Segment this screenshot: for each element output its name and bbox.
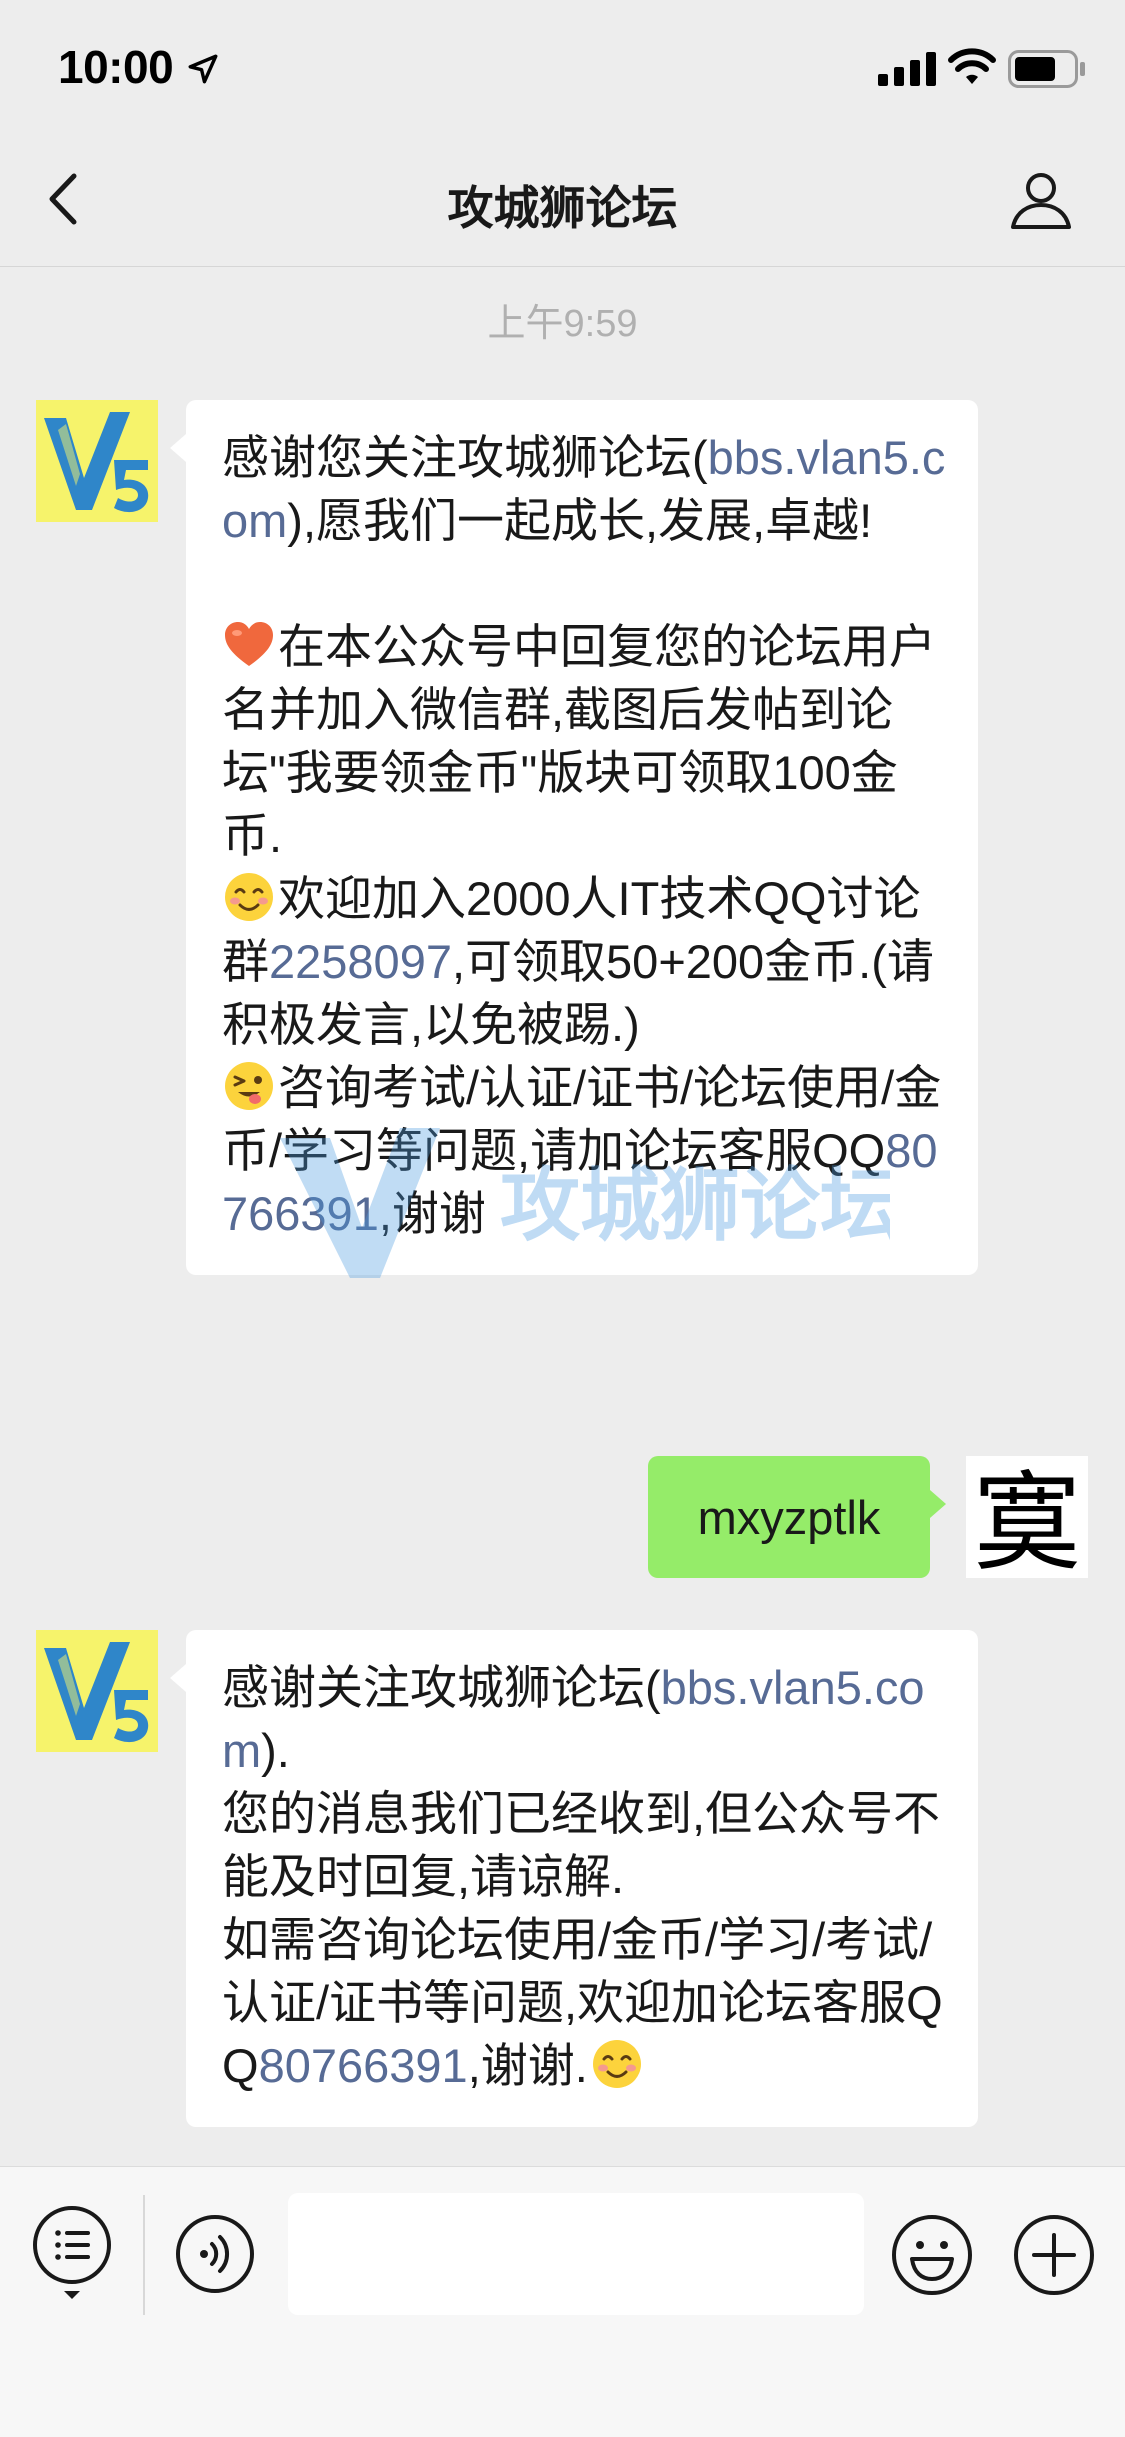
voice-icon[interactable] [174, 2213, 256, 2295]
chat-timestamp: 上午9:59 [487, 303, 638, 345]
message-text: 感谢您关注攻城狮论坛(bbs.vlan5.com),愿我们一起成长,发展,卓越!… [222, 426, 948, 1245]
message-bubble-outgoing[interactable]: mxyzptlk [648, 1456, 946, 1578]
smile-emoji [225, 873, 273, 921]
divider [143, 2195, 145, 2315]
emoji-icon[interactable] [890, 2213, 974, 2297]
message-segment: ). [261, 1724, 290, 1777]
message-segment: ,谢谢 [378, 1187, 486, 1240]
input-bar [0, 2166, 1125, 2437]
wifi-icon [948, 48, 996, 84]
message-segment: 咨询考试/认证/证书/论坛使用/金币/学习等问题,请加论坛客服QQ [222, 1061, 942, 1177]
message-segment: ),愿我们一起成长,发展,卓越! [287, 494, 873, 547]
smile-emoji [592, 2040, 641, 2088]
message-segment: 您的消息我们已经收到,但公众号不能及时回复,请谅解. [222, 1787, 941, 1903]
status-time: 10:00 [58, 41, 174, 93]
message-text: mxyzptlk [697, 1491, 881, 1544]
menu-list-icon[interactable] [30, 2203, 114, 2303]
message-segment: 感谢关注攻城狮论坛( [222, 1661, 661, 1714]
v5-logo-icon [44, 412, 149, 513]
location-arrow-icon [188, 54, 218, 84]
message-segment: 在本公众号中回复您的论坛用户名并加入微信群,截图后发帖到论坛"我要领金币"版块可… [222, 620, 936, 862]
qq-group-number[interactable]: 2258097 [269, 935, 452, 988]
svg-text:寞: 寞 [973, 1461, 1081, 1578]
heart-emoji [225, 622, 273, 666]
battery-icon [1008, 50, 1085, 88]
user-avatar-glyph: 寞 [973, 1461, 1081, 1586]
qq-service-number[interactable]: 80766391 [259, 2039, 468, 2092]
wink-emoji [225, 1062, 273, 1110]
avatar[interactable] [36, 1630, 158, 1752]
message-segment: 感谢您关注攻城狮论坛( [222, 431, 708, 484]
profile-icon[interactable] [1010, 168, 1072, 230]
page-title: 攻城狮论坛 [447, 182, 678, 234]
message-bubble-incoming[interactable]: 感谢关注攻城狮论坛(bbs.vlan5.com). 您的消息我们已经收到,但公众… [170, 1630, 978, 2127]
message-text: 感谢关注攻城狮论坛(bbs.vlan5.com). 您的消息我们已经收到,但公众… [222, 1656, 948, 2097]
message-segment: ,谢谢. [467, 2039, 588, 2092]
signal-icon [878, 52, 936, 86]
nav-bar: 攻城狮论坛 [0, 132, 1125, 267]
plus-icon[interactable] [1012, 2213, 1096, 2297]
v5-logo-icon [44, 1642, 149, 1743]
avatar[interactable]: 寞 [966, 1456, 1088, 1586]
avatar[interactable] [36, 400, 158, 522]
status-bar: 10:00 [0, 0, 1125, 132]
message-bubble-incoming[interactable]: 感谢您关注攻城狮论坛(bbs.vlan5.com),愿我们一起成长,发展,卓越!… [170, 400, 978, 1275]
message-input[interactable] [288, 2193, 864, 2315]
